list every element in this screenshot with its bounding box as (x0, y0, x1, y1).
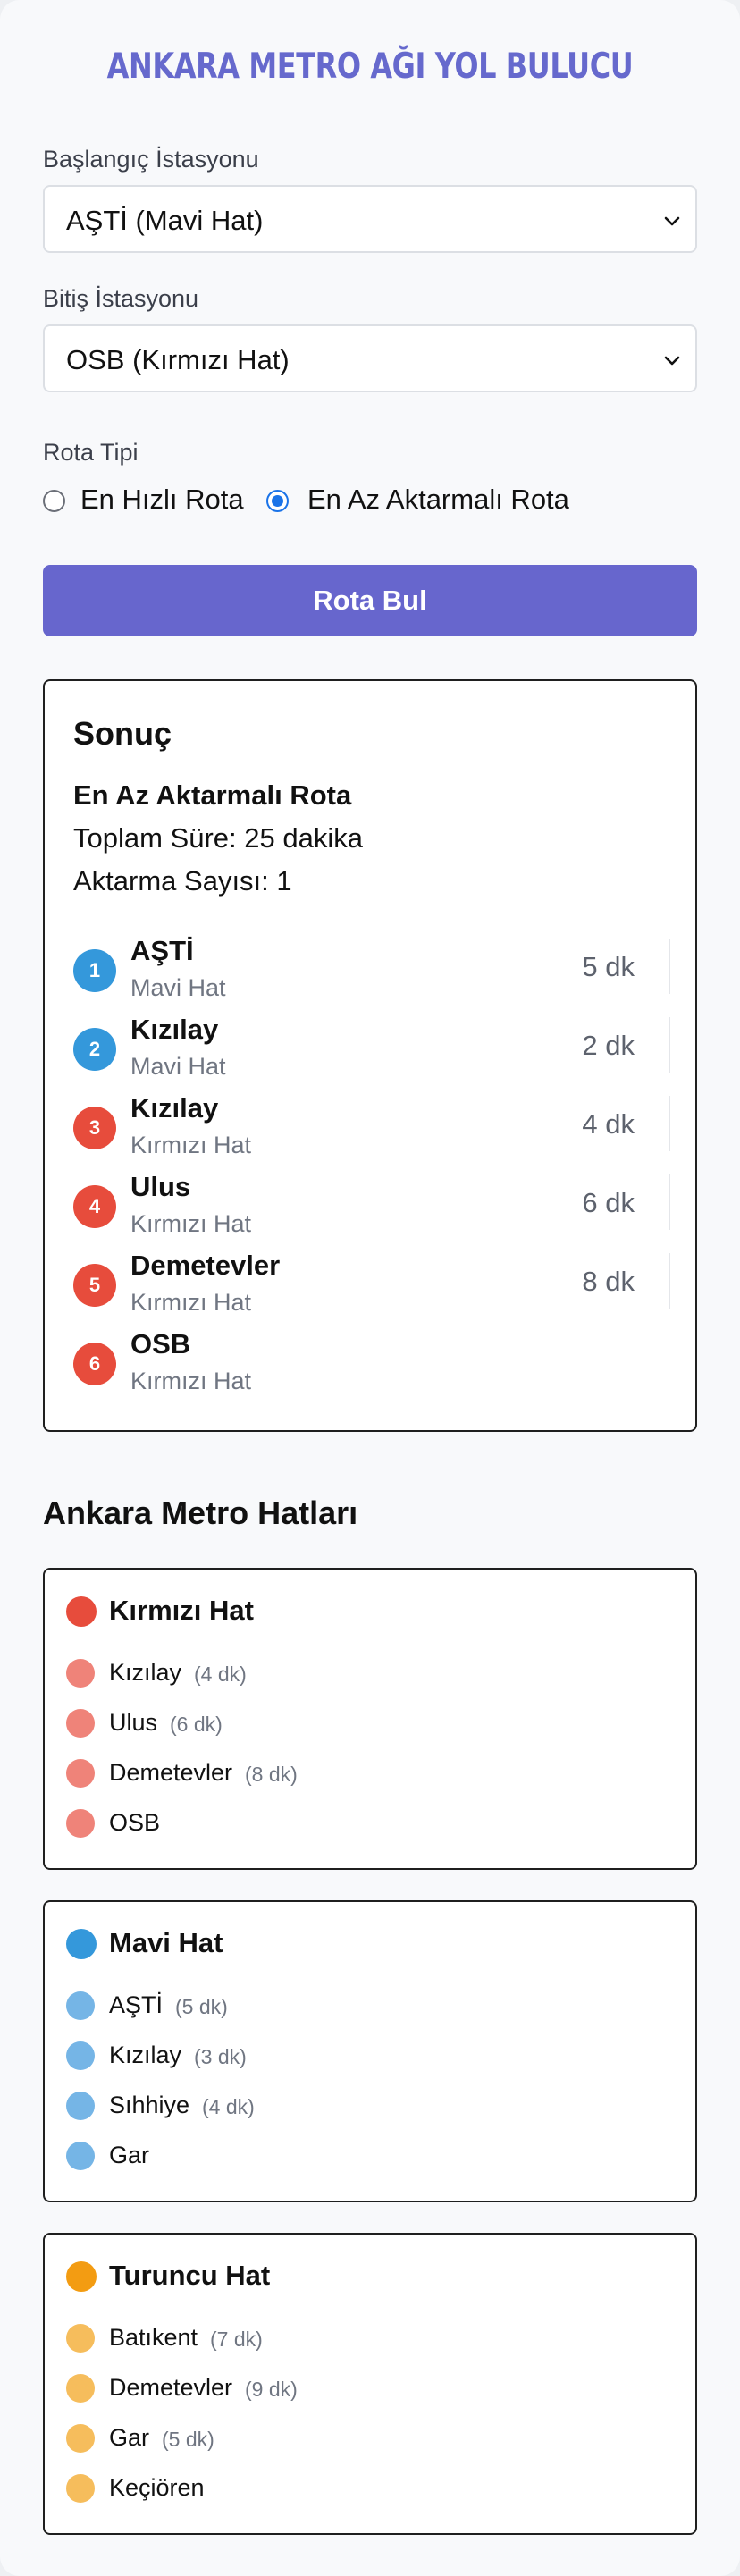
station-dot (66, 1659, 95, 1688)
line-color-dot (66, 2261, 97, 2292)
route-step: 2 Kızılay Mavi Hat 2 dk (73, 1014, 670, 1092)
step-divider (669, 1174, 670, 1230)
step-number-badge: 1 (73, 949, 116, 992)
station-dot (66, 2324, 95, 2353)
metro-line-card: Turuncu Hat Batıkent (7 dk) Demetevler (9 dk… (43, 2233, 697, 2535)
station-name: Kızılay (109, 2041, 182, 2068)
result-panel: Sonuç En Az Aktarmalı Rota Toplam Süre: … (43, 679, 697, 1432)
find-route-button[interactable]: Rota Bul (43, 565, 697, 636)
station-name: AŞTİ (109, 1991, 164, 2018)
step-duration: 4 dk (582, 1108, 635, 1140)
station-dot (66, 2142, 95, 2170)
start-station-value: AŞTİ (Mavi Hat) (66, 205, 264, 236)
line-name: Turuncu Hat (109, 2260, 271, 2291)
station-dot (66, 1709, 95, 1738)
metro-lines-heading: Ankara Metro Hatları (43, 1494, 358, 1531)
step-station-name: OSB (130, 1328, 191, 1360)
station-name: Demetevler (109, 2374, 233, 2401)
end-station-select[interactable]: OSB (Kırmızı Hat) (43, 324, 697, 392)
radio-fastest-label[interactable]: En Hızlı Rota (80, 484, 244, 516)
metro-line-card: Mavi Hat AŞTİ (5 dk) Kızılay (3 dk) Sıhhiye (4… (43, 1900, 697, 2202)
radio-least-transfer-label[interactable]: En Az Aktarmalı Rota (307, 484, 569, 516)
step-duration: 8 dk (582, 1266, 635, 1297)
route-step: 1 AŞTİ Mavi Hat 5 dk (73, 935, 670, 1014)
end-station-label: Bitiş İstasyonu (43, 285, 199, 312)
step-line-name: Mavi Hat (130, 1053, 226, 1080)
result-total-time: Toplam Süre: 25 dakika (73, 822, 363, 854)
line-name: Kırmızı Hat (109, 1595, 254, 1626)
route-step: 6 OSB Kırmızı Hat (73, 1328, 670, 1407)
route-step: 4 Ulus Kırmızı Hat 6 dk (73, 1171, 670, 1250)
step-station-name: Kızılay (130, 1092, 219, 1124)
station-dot (66, 1759, 95, 1788)
station-name: Keçiören (109, 2474, 205, 2501)
result-transfer-count: Aktarma Sayısı: 1 (73, 865, 292, 897)
chevron-down-icon (664, 216, 680, 226)
step-station-name: AŞTİ (130, 935, 194, 966)
station-name: Demetevler (109, 1759, 233, 1786)
step-line-name: Kırmızı Hat (130, 1210, 252, 1237)
start-station-label: Başlangıç İstasyonu (43, 146, 259, 173)
result-route-type: En Az Aktarmalı Rota (73, 779, 352, 811)
station-dot (66, 2092, 95, 2120)
station-duration: (4 dk) (202, 2095, 255, 2118)
step-number-badge: 2 (73, 1028, 116, 1071)
step-number-badge: 6 (73, 1343, 116, 1385)
line-color-dot (66, 1929, 97, 1959)
step-divider (669, 939, 670, 994)
station-duration: (9 dk) (245, 2378, 298, 2401)
radio-fastest[interactable] (43, 490, 65, 512)
station-name: Gar (109, 2424, 150, 2451)
result-heading: Sonuç (73, 715, 172, 752)
radio-least-transfer[interactable] (266, 490, 289, 512)
station-duration: (6 dk) (170, 1713, 223, 1736)
route-step: 3 Kızılay Kırmızı Hat 4 dk (73, 1092, 670, 1171)
step-divider (669, 1017, 670, 1073)
step-line-name: Kırmızı Hat (130, 1289, 252, 1316)
station-dot (66, 1991, 95, 2020)
station-name: Gar (109, 2142, 150, 2168)
step-number-badge: 3 (73, 1107, 116, 1149)
line-name: Mavi Hat (109, 1927, 223, 1958)
line-color-dot (66, 1596, 97, 1627)
step-duration: 2 dk (582, 1030, 635, 1061)
station-name: Kızılay (109, 1659, 182, 1686)
step-duration: 5 dk (582, 951, 635, 982)
metro-line-card: Kırmızı Hat Kızılay (4 dk) Ulus (6 dk) Demete… (43, 1568, 697, 1870)
station-duration: (5 dk) (175, 1995, 228, 2018)
step-line-name: Kırmızı Hat (130, 1368, 252, 1394)
step-station-name: Demetevler (130, 1250, 281, 1281)
step-divider (669, 1253, 670, 1309)
route-step: 5 Demetevler Kırmızı Hat 8 dk (73, 1250, 670, 1328)
station-name: Ulus (109, 1709, 158, 1736)
route-type-label: Rota Tipi (43, 439, 139, 466)
station-name: Sıhhiye (109, 2092, 190, 2118)
app-card: ANKARA METRO AĞI YOL BULUCU Başlangıç İs… (0, 0, 740, 2576)
step-station-name: Ulus (130, 1171, 191, 1202)
station-dot (66, 2374, 95, 2403)
step-duration: 6 dk (582, 1187, 635, 1218)
step-station-name: Kızılay (130, 1014, 219, 1045)
station-dot (66, 2474, 95, 2503)
station-duration: (3 dk) (194, 2045, 247, 2068)
station-duration: (7 dk) (210, 2328, 263, 2351)
station-name: Batıkent (109, 2324, 198, 2351)
station-dot (66, 1809, 95, 1838)
station-dot (66, 2041, 95, 2070)
step-number-badge: 5 (73, 1264, 116, 1307)
step-line-name: Kırmızı Hat (130, 1132, 252, 1158)
step-number-badge: 4 (73, 1185, 116, 1228)
station-duration: (8 dk) (245, 1763, 298, 1786)
start-station-select[interactable]: AŞTİ (Mavi Hat) (43, 185, 697, 253)
step-divider (669, 1096, 670, 1151)
chevron-down-icon (664, 356, 680, 366)
station-duration: (4 dk) (194, 1663, 247, 1686)
page-title: ANKARA METRO AĞI YOL BULUCU (106, 46, 634, 87)
step-line-name: Mavi Hat (130, 974, 226, 1001)
station-name: OSB (109, 1809, 161, 1836)
station-duration: (5 dk) (162, 2428, 214, 2451)
end-station-value: OSB (Kırmızı Hat) (66, 344, 290, 375)
station-dot (66, 2424, 95, 2453)
